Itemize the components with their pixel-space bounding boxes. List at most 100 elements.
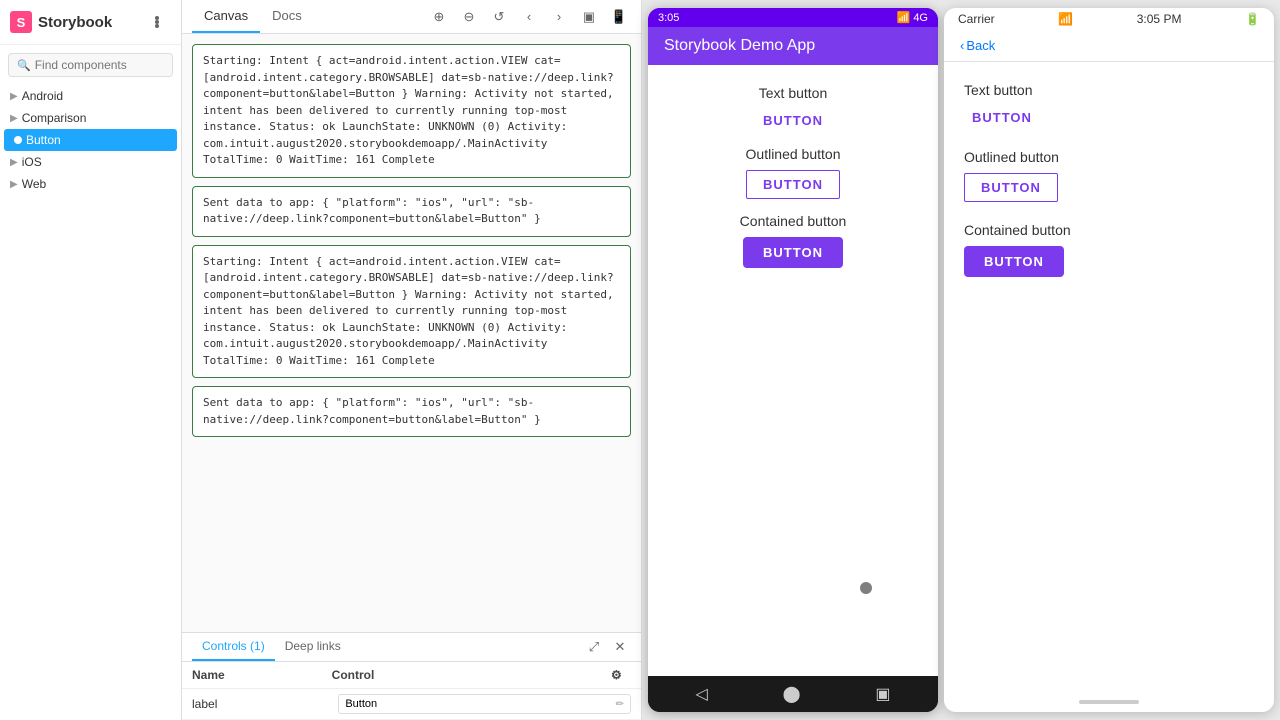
- ellipsis-icon: [155, 16, 159, 28]
- sidebar-header: S Storybook: [0, 0, 181, 45]
- ios-home-indicator: [944, 692, 1274, 712]
- ios-phone: Carrier 📶 3:05 PM 🔋 ‹ Back Text button B…: [944, 8, 1274, 712]
- android-time: 3:05: [658, 12, 679, 24]
- controls-name-header: Name: [192, 668, 332, 682]
- sidebar-menu-button[interactable]: [143, 8, 171, 36]
- control-name-label: label: [192, 697, 338, 711]
- sidebar-logo: S Storybook: [10, 11, 112, 33]
- ios-time: 3:05 PM: [1137, 12, 1182, 26]
- dot-icon: [14, 136, 22, 144]
- sidebar-item-web[interactable]: ▶ Web: [0, 173, 181, 195]
- main-panel: Canvas Docs ⊕ ⊖ ↺ ‹ › ▣ 📱 Starting: Inte…: [182, 0, 642, 720]
- android-text-button-section: Text button BUTTON: [658, 85, 928, 132]
- android-recents-button[interactable]: ▣: [875, 684, 890, 704]
- main-tabs: Canvas Docs ⊕ ⊖ ↺ ‹ › ▣ 📱: [182, 0, 641, 34]
- sidebar-tree: ▶ Android ▶ Comparison Button ▶ iOS ▶ We…: [0, 85, 181, 720]
- label-input[interactable]: [345, 698, 611, 710]
- android-contained-button-label: Contained button: [740, 213, 847, 229]
- android-home-button[interactable]: ⬤: [783, 684, 801, 704]
- android-outlined-button[interactable]: BUTTON: [746, 170, 840, 199]
- sidebar-item-web-label: Web: [22, 177, 46, 191]
- storybook-logo-icon: S: [10, 11, 32, 33]
- right-panels: 3:05 📶 4G Storybook Demo App Text button…: [642, 0, 1280, 720]
- sidebar-item-comparison-label: Comparison: [22, 111, 87, 125]
- android-contained-button[interactable]: BUTTON: [743, 237, 843, 268]
- ios-outlined-button-label: Outlined button: [964, 149, 1254, 165]
- controls-table: Name Control ⚙ label ✏: [182, 662, 641, 720]
- device-mobile-button[interactable]: 📱: [607, 5, 631, 29]
- android-outlined-button-section: Outlined button BUTTON: [658, 146, 928, 199]
- ios-battery-icon: 🔋: [1245, 12, 1260, 26]
- ios-text-button-label: Text button: [964, 82, 1254, 98]
- android-app-bar: Storybook Demo App: [648, 27, 938, 65]
- sidebar-item-comparison[interactable]: ▶ Comparison: [0, 107, 181, 129]
- android-content: Text button BUTTON Outlined button BUTTO…: [648, 65, 938, 676]
- zoom-out-button[interactable]: ⊖: [457, 5, 481, 29]
- android-outlined-button-label: Outlined button: [746, 146, 841, 162]
- android-text-button[interactable]: BUTTON: [755, 109, 831, 132]
- close-panel-button[interactable]: ✕: [609, 636, 631, 658]
- control-value-label: ✏: [338, 694, 631, 714]
- reset-zoom-button[interactable]: ↺: [487, 5, 511, 29]
- tab-canvas[interactable]: Canvas: [192, 0, 260, 33]
- sidebar-item-ios[interactable]: ▶ iOS: [0, 151, 181, 173]
- ios-wifi-icon: 📶: [1058, 12, 1073, 26]
- toolbar-icons: ⊕ ⊖ ↺ ‹ › ▣ 📱: [427, 5, 631, 29]
- android-back-button[interactable]: ◁: [695, 684, 707, 704]
- bottom-toolbar-icons: ⤢ ✕: [583, 636, 631, 658]
- chevron-left-icon: ‹: [960, 38, 964, 53]
- ios-contained-button-label: Contained button: [964, 222, 1254, 238]
- tab-docs[interactable]: Docs: [260, 0, 314, 33]
- ios-outlined-button[interactable]: BUTTON: [964, 173, 1058, 202]
- ios-text-button[interactable]: BUTTON: [964, 106, 1040, 129]
- log-area: Starting: Intent { act=android.intent.ac…: [182, 34, 641, 632]
- android-signal-icons: 📶 4G: [897, 11, 928, 24]
- zoom-in-button[interactable]: ⊕: [427, 5, 451, 29]
- android-status-bar: 3:05 📶 4G: [648, 8, 938, 27]
- device-desktop-button[interactable]: ▣: [577, 5, 601, 29]
- controls-control-header: Control: [332, 668, 611, 682]
- controls-header: Name Control ⚙: [182, 662, 641, 689]
- sidebar: S Storybook 🔍 ▶ Android ▶ Comparison But…: [0, 0, 182, 720]
- sidebar-title: Storybook: [38, 14, 112, 31]
- ios-status-bar: Carrier 📶 3:05 PM 🔋: [944, 8, 1274, 30]
- expand-icon: ▶: [10, 113, 18, 124]
- ios-text-button-section: Text button BUTTON: [964, 82, 1254, 129]
- android-contained-button-section: Contained button BUTTON: [658, 213, 928, 268]
- android-nav-bar: ◁ ⬤ ▣: [648, 676, 938, 712]
- control-input-wrap: ✏: [338, 694, 631, 714]
- bottom-tabs: Controls (1) Deep links ⤢ ✕: [182, 633, 641, 662]
- expand-icon: ▶: [10, 157, 18, 168]
- ios-content: Text button BUTTON Outlined button BUTTO…: [944, 62, 1274, 692]
- search-box: 🔍: [8, 53, 173, 77]
- sidebar-item-ios-label: iOS: [22, 155, 42, 169]
- expand-icon: ▶: [10, 179, 18, 190]
- sidebar-item-android[interactable]: ▶ Android: [0, 85, 181, 107]
- ios-carrier: Carrier: [958, 12, 995, 26]
- search-input[interactable]: [35, 58, 164, 72]
- android-phone: 3:05 📶 4G Storybook Demo App Text button…: [648, 8, 938, 712]
- tab-deep-links[interactable]: Deep links: [275, 633, 351, 661]
- bottom-panel: Controls (1) Deep links ⤢ ✕ Name Control…: [182, 632, 641, 720]
- sidebar-item-android-label: Android: [22, 89, 63, 103]
- log-entry-1: Starting: Intent { act=android.intent.ac…: [192, 44, 631, 178]
- controls-settings-icon[interactable]: ⚙: [611, 668, 631, 682]
- ios-nav-bar: ‹ Back: [944, 30, 1274, 62]
- android-text-button-label: Text button: [759, 85, 828, 101]
- nav-back-button[interactable]: ‹: [517, 5, 541, 29]
- log-entry-2: Sent data to app: { "platform": "ios", "…: [192, 186, 631, 237]
- sidebar-item-button[interactable]: Button: [4, 129, 177, 151]
- sidebar-item-button-label: Button: [26, 133, 61, 147]
- android-app-title: Storybook Demo App: [664, 37, 815, 54]
- ios-outlined-button-section: Outlined button BUTTON: [964, 149, 1254, 202]
- controls-row-label: label ✏: [182, 689, 641, 720]
- log-entry-3: Starting: Intent { act=android.intent.ac…: [192, 245, 631, 379]
- log-entry-4: Sent data to app: { "platform": "ios", "…: [192, 386, 631, 437]
- tab-controls[interactable]: Controls (1): [192, 633, 275, 661]
- expand-panel-button[interactable]: ⤢: [583, 636, 605, 658]
- ios-contained-button[interactable]: BUTTON: [964, 246, 1064, 277]
- search-icon: 🔍: [17, 59, 31, 72]
- edit-icon: ✏: [616, 699, 624, 710]
- nav-forward-button[interactable]: ›: [547, 5, 571, 29]
- ios-back-button[interactable]: ‹ Back: [960, 38, 995, 53]
